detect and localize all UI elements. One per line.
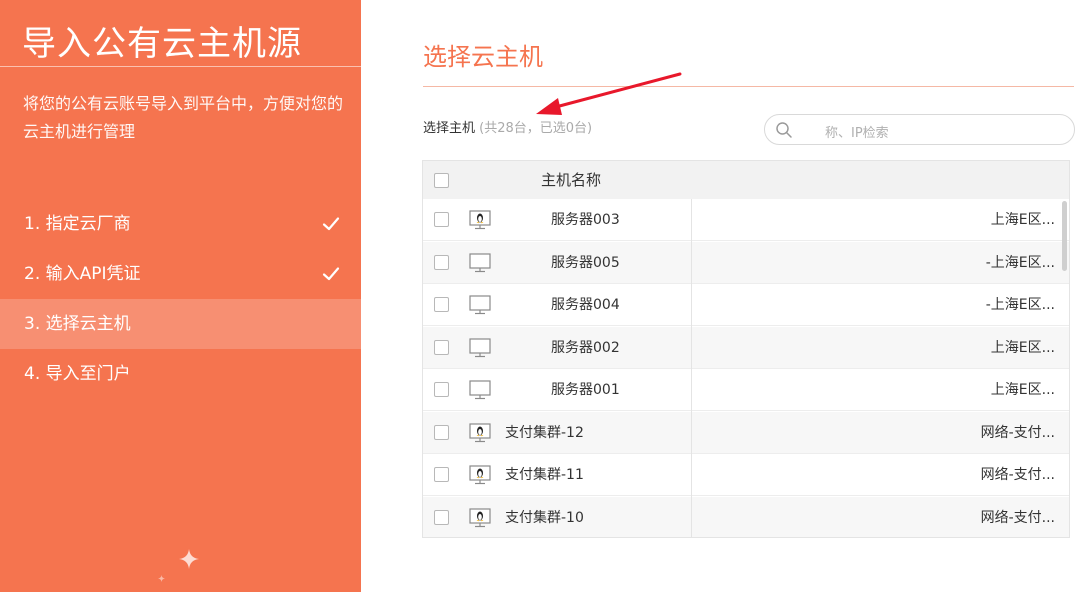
row-checkbox[interactable] xyxy=(434,339,449,355)
host-name: 服务器003 xyxy=(551,212,620,228)
search-hint: 称、IP检索 xyxy=(825,126,889,141)
host-name: 支付集群-10 xyxy=(505,509,584,526)
sidebar-title: 导入公有云主机源 xyxy=(22,24,302,64)
sparkle-icon xyxy=(179,549,199,569)
monitor-icon xyxy=(469,380,491,400)
table-row[interactable]: 服务器005 -上海E区... xyxy=(423,241,1069,284)
table-header: 主机名称 xyxy=(423,161,1069,199)
annotation-arrow xyxy=(536,72,682,115)
host-name: 支付集群-12 xyxy=(505,424,584,441)
linux-monitor-icon xyxy=(469,507,491,528)
search-icon xyxy=(776,122,792,138)
step-list: 1. 指定云厂商 2. 输入API凭证 3. 选择云主机 4. 导入至门户 xyxy=(0,199,361,399)
host-name: 服务器004 xyxy=(551,297,620,313)
column-divider xyxy=(691,199,692,537)
step-label: 4. 导入至门户 xyxy=(24,364,131,384)
table-row[interactable]: 支付集群-11 网络-支付... xyxy=(423,454,1069,496)
host-name: 服务器002 xyxy=(551,339,620,356)
page: 导入公有云主机源 将您的公有云账号导入到平台中，方便对您的云主机进行管理 1. … xyxy=(0,0,1080,592)
host-region: 网络-支付... xyxy=(980,424,1055,441)
host-region: 上海E区... xyxy=(990,339,1055,356)
table-row[interactable]: 服务器004 -上海E区... xyxy=(423,284,1069,326)
scrollbar[interactable] xyxy=(1062,201,1067,271)
row-checkbox[interactable] xyxy=(434,509,449,525)
host-region: 上海E区... xyxy=(990,382,1055,398)
sidebar: 导入公有云主机源 将您的公有云账号导入到平台中，方便对您的云主机进行管理 1. … xyxy=(0,0,361,592)
linux-monitor-icon xyxy=(469,465,491,485)
select-host-text: 选择主机 xyxy=(423,121,476,136)
search-box[interactable]: 称、IP检索 xyxy=(764,114,1075,145)
main-title: 选择云主机 xyxy=(423,43,543,71)
header-host-name: 主机名称 xyxy=(541,171,602,189)
row-checkbox[interactable] xyxy=(434,382,449,397)
monitor-icon xyxy=(469,337,491,358)
check-icon xyxy=(322,267,340,281)
row-checkbox[interactable] xyxy=(434,212,449,227)
sidebar-divider xyxy=(0,66,361,67)
host-name: 支付集群-11 xyxy=(505,467,584,483)
host-region: 上海E区... xyxy=(990,212,1055,228)
row-checkbox[interactable] xyxy=(434,424,449,440)
table-row[interactable]: 服务器001 上海E区... xyxy=(423,369,1069,411)
select-all-checkbox[interactable] xyxy=(434,173,449,188)
monitor-icon xyxy=(469,295,491,315)
row-checkbox[interactable] xyxy=(434,297,449,312)
step-label: 1. 指定云厂商 xyxy=(24,214,131,234)
host-table: 主机名称 服务器003 上海E区... 服务器005 -上海E区... 服务器004 -上… xyxy=(422,160,1070,538)
table-row[interactable]: 服务器002 上海E区... xyxy=(423,326,1069,369)
step-3[interactable]: 3. 选择云主机 xyxy=(0,299,361,349)
row-checkbox[interactable] xyxy=(434,467,449,482)
row-checkbox[interactable] xyxy=(434,254,449,270)
check-icon xyxy=(322,217,340,231)
select-host-count: (共28台，已选0台) xyxy=(479,121,593,136)
step-2[interactable]: 2. 输入API凭证 xyxy=(0,249,361,299)
host-region: 网络-支付... xyxy=(980,467,1055,483)
table-row[interactable]: 支付集群-10 网络-支付... xyxy=(423,496,1069,537)
host-name: 服务器005 xyxy=(551,254,620,271)
table-row[interactable]: 服务器003 上海E区... xyxy=(423,199,1069,241)
linux-monitor-icon xyxy=(469,422,491,443)
host-region: -上海E区... xyxy=(985,254,1055,271)
host-region: 网络-支付... xyxy=(980,509,1055,526)
linux-monitor-icon xyxy=(469,210,491,230)
main-divider xyxy=(423,86,1074,87)
step-1[interactable]: 1. 指定云厂商 xyxy=(0,199,361,249)
step-label: 3. 选择云主机 xyxy=(24,314,131,334)
host-region: -上海E区... xyxy=(985,297,1055,313)
step-4[interactable]: 4. 导入至门户 xyxy=(0,349,361,399)
sparkle-small-icon xyxy=(158,575,165,582)
table-row[interactable]: 支付集群-12 网络-支付... xyxy=(423,411,1069,454)
host-name: 服务器001 xyxy=(551,382,620,398)
monitor-icon xyxy=(469,252,491,273)
sidebar-description: 将您的公有云账号导入到平台中，方便对您的云主机进行管理 xyxy=(23,94,344,141)
step-label: 2. 输入API凭证 xyxy=(24,264,141,284)
